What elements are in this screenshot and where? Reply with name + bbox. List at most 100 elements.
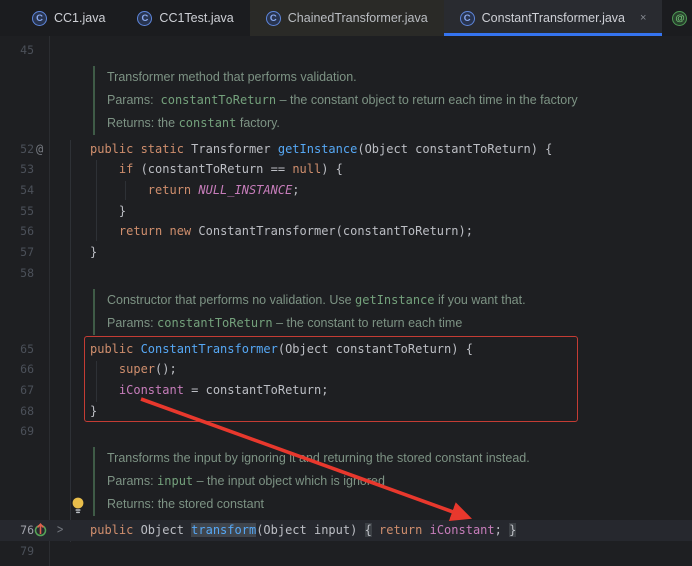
gutter[interactable]: 66 <box>0 359 88 380</box>
line-number[interactable]: 57 <box>0 242 34 263</box>
code-text[interactable]: public static Transformer getInstance(Ob… <box>88 139 552 160</box>
tab-partial[interactable]: @ <box>662 0 692 36</box>
code-text[interactable] <box>88 541 90 562</box>
code-text[interactable]: public ConstantTransformer(Object consta… <box>88 339 473 360</box>
doc-comment-text[interactable]: Params: constantToReturn – the constant … <box>93 312 462 335</box>
doc-line[interactable]: Params: constantToReturn – the constant … <box>0 312 692 335</box>
at-icon[interactable]: @ <box>36 139 43 160</box>
line-number[interactable]: 68 <box>0 401 34 422</box>
gutter[interactable] <box>0 470 88 493</box>
close-icon[interactable]: × <box>640 13 646 24</box>
gutter[interactable]: 53 <box>0 159 88 180</box>
line-number[interactable]: 69 <box>0 421 34 442</box>
doc-line[interactable]: Transformer method that performs validat… <box>0 66 692 89</box>
doc-comment-text[interactable]: Params: input – the input object which i… <box>93 470 385 493</box>
line-number[interactable]: 55 <box>0 201 34 222</box>
code-line-58[interactable]: 58 <box>0 263 692 284</box>
code-line-66[interactable]: 66 super(); <box>0 359 692 380</box>
intention-lightbulb-icon[interactable] <box>71 496 85 514</box>
code-line-52[interactable]: 52@public static Transformer getInstance… <box>0 139 692 160</box>
java-class-icon: C <box>460 11 475 26</box>
line-number[interactable]: 79 <box>0 541 34 562</box>
doc-comment-text[interactable]: Transformer method that performs validat… <box>93 66 357 89</box>
gutter[interactable]: 52@ <box>0 139 88 160</box>
gutter[interactable] <box>0 112 88 135</box>
code-text[interactable]: public Object transform(Object input) { … <box>88 520 516 541</box>
code-block: 45 <box>0 40 692 61</box>
doc-line[interactable]: Params: input – the input object which i… <box>0 470 692 493</box>
code-line-56[interactable]: 56 return new ConstantTransformer(consta… <box>0 221 692 242</box>
gutter[interactable] <box>0 89 88 112</box>
doc-comment-text[interactable]: Transforms the input by ignoring it and … <box>93 447 530 470</box>
gutter[interactable] <box>0 289 88 312</box>
code-text[interactable]: } <box>88 242 97 263</box>
code-line-45[interactable]: 45 <box>0 40 692 61</box>
doc-line[interactable]: Returns: the stored constant <box>0 493 692 516</box>
doc-comment-text[interactable]: Constructor that performs no validation.… <box>93 289 526 312</box>
doc-comment-text[interactable]: Returns: the stored constant <box>93 493 264 516</box>
gutter[interactable]: 65 <box>0 339 88 360</box>
gutter[interactable]: 54 <box>0 180 88 201</box>
doc-line[interactable]: Params: constantToReturn – the constant … <box>0 89 692 112</box>
code-text[interactable] <box>88 263 90 284</box>
gutter[interactable]: 58 <box>0 263 88 284</box>
gutter[interactable]: 45 <box>0 40 88 61</box>
code-line-57[interactable]: 57} <box>0 242 692 263</box>
code-line-76[interactable]: 76 > public Object transform(Object input)… <box>0 520 692 541</box>
gutter[interactable]: 76 > <box>0 520 88 541</box>
line-number[interactable]: 53 <box>0 159 34 180</box>
line-number[interactable]: 66 <box>0 359 34 380</box>
tab-label: ConstantTransformer.java <box>482 11 625 25</box>
tab-ConstantTransformer.java[interactable]: C ConstantTransformer.java × <box>444 0 663 36</box>
code-line-67[interactable]: 67 iConstant = constantToReturn; <box>0 380 692 401</box>
line-number[interactable]: 58 <box>0 263 34 284</box>
code-line-55[interactable]: 55 } <box>0 201 692 222</box>
code-text[interactable]: iConstant = constantToReturn; <box>88 380 328 401</box>
line-number[interactable]: 67 <box>0 380 34 401</box>
gutter[interactable] <box>0 447 88 470</box>
gutter[interactable]: 68 <box>0 401 88 422</box>
code-text[interactable]: } <box>88 401 97 422</box>
fold-chevron-icon[interactable]: > <box>57 517 63 543</box>
line-number[interactable]: 56 <box>0 221 34 242</box>
code-text[interactable]: } <box>88 201 126 222</box>
code-area: 45 Transformer method that performs valid… <box>0 40 692 561</box>
gutter[interactable]: 57 <box>0 242 88 263</box>
gutter[interactable]: 67 <box>0 380 88 401</box>
line-number[interactable]: 45 <box>0 40 34 61</box>
gutter[interactable]: 69 <box>0 421 88 442</box>
highlighted-method-name: transform <box>191 523 256 537</box>
doc-line[interactable]: Transforms the input by ignoring it and … <box>0 447 692 470</box>
code-line-69[interactable]: 69 <box>0 421 692 442</box>
code-line-68[interactable]: 68} <box>0 401 692 422</box>
tab-label: ChainedTransformer.java <box>288 11 428 25</box>
doc-line[interactable]: Constructor that performs no validation.… <box>0 289 692 312</box>
implements-method-icon[interactable] <box>34 523 47 537</box>
gutter[interactable]: 55 <box>0 201 88 222</box>
gutter[interactable] <box>0 66 88 89</box>
code-text[interactable]: if (constantToReturn == null) { <box>88 159 343 180</box>
line-number[interactable]: 52 <box>0 139 34 160</box>
doc-comment-text[interactable]: Params: constantToReturn – the constant … <box>93 89 578 112</box>
line-number[interactable]: 54 <box>0 180 34 201</box>
code-text[interactable] <box>88 421 90 442</box>
code-line-79[interactable]: 79 <box>0 541 692 562</box>
gutter[interactable] <box>0 312 88 335</box>
code-line-53[interactable]: 53 if (constantToReturn == null) { <box>0 159 692 180</box>
java-class-icon: C <box>137 11 152 26</box>
tab-ChainedTransformer.java[interactable]: CChainedTransformer.java <box>250 0 444 36</box>
code-text[interactable]: return new ConstantTransformer(constantT… <box>88 221 473 242</box>
code-text[interactable]: return NULL_INSTANCE; <box>88 180 300 201</box>
line-number[interactable]: 65 <box>0 339 34 360</box>
code-line-54[interactable]: 54 return NULL_INSTANCE; <box>0 180 692 201</box>
line-number[interactable]: 76 <box>0 520 34 541</box>
doc-comment-text[interactable]: Returns: the constant factory. <box>93 112 280 135</box>
tab-CC1Test.java[interactable]: CCC1Test.java <box>121 0 249 36</box>
tab-CC1.java[interactable]: CCC1.java <box>16 0 121 36</box>
doc-line[interactable]: Returns: the constant factory. <box>0 112 692 135</box>
gutter[interactable]: 79 <box>0 541 88 562</box>
code-text[interactable]: super(); <box>88 359 177 380</box>
gutter[interactable]: 56 <box>0 221 88 242</box>
code-text[interactable] <box>88 40 90 61</box>
code-line-65[interactable]: 65 public ConstantTransformer(Object cons… <box>0 339 692 360</box>
